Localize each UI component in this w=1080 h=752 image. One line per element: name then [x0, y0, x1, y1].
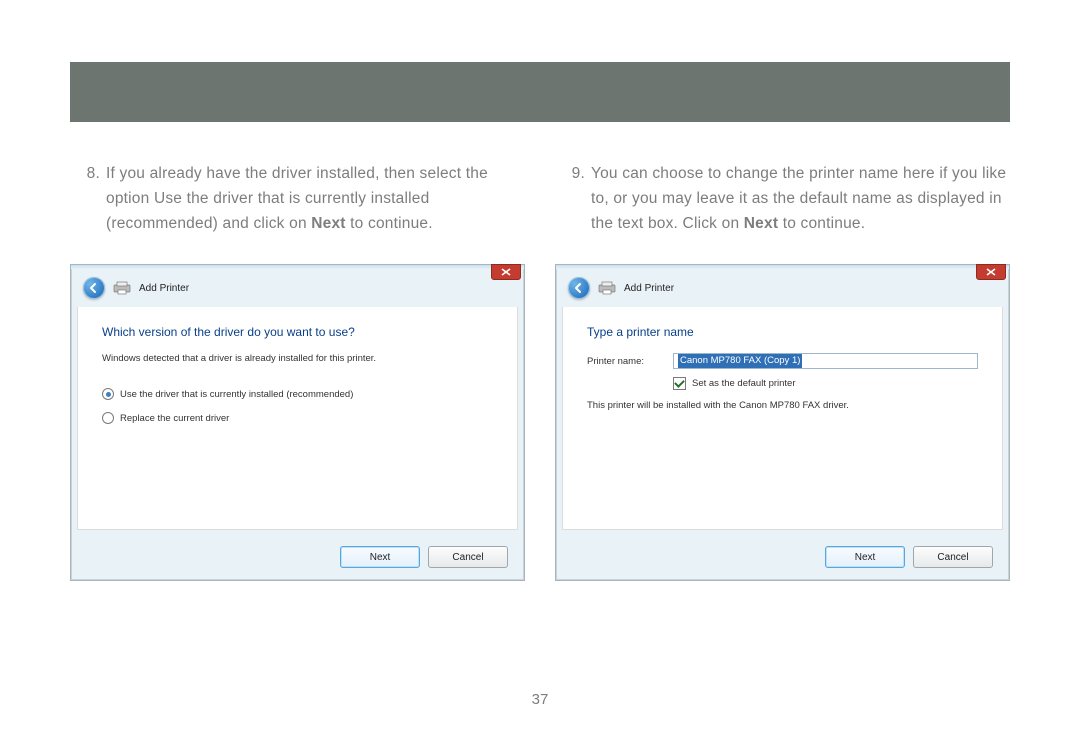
next-button[interactable]: Next [340, 546, 420, 568]
step-text: You can choose to change the printer nam… [591, 162, 1010, 236]
next-button[interactable]: Next [825, 546, 905, 568]
left-column: 8. If you already have the driver instal… [70, 162, 525, 581]
step-text-part2: to continue. [346, 215, 433, 232]
radio-label: Use the driver that is currently install… [120, 389, 353, 400]
printer-icon [598, 281, 616, 295]
radio-icon [102, 412, 114, 424]
install-note: This printer will be installed with the … [587, 400, 978, 411]
dialog-footer: Next Cancel [71, 536, 524, 580]
default-printer-checkbox[interactable]: Set as the default printer [673, 377, 978, 390]
page-number: 37 [0, 691, 1080, 708]
dialog-printer-name: Add Printer Type a printer name Printer … [555, 264, 1010, 581]
close-icon [986, 268, 996, 276]
close-button[interactable] [491, 264, 521, 280]
dialog-titlebar [556, 265, 1009, 269]
radio-icon [102, 388, 114, 400]
dialog-footer: Next Cancel [556, 536, 1009, 580]
back-arrow-icon [573, 282, 585, 294]
step-9: 9. You can choose to change the printer … [555, 162, 1010, 236]
step-text-bold: Next [744, 215, 778, 232]
dialog-description: Windows detected that a driver is alread… [102, 353, 493, 364]
dialog-header: Add Printer [556, 269, 1009, 307]
cancel-button[interactable]: Cancel [913, 546, 993, 568]
dialog-heading: Type a printer name [587, 325, 978, 339]
back-arrow-icon [88, 282, 100, 294]
printer-name-value: Canon MP780 FAX (Copy 1) [678, 354, 802, 368]
dialog-titlebar [71, 265, 524, 269]
cancel-button[interactable]: Cancel [428, 546, 508, 568]
step-text: If you already have the driver installed… [106, 162, 525, 236]
radio-replace[interactable]: Replace the current driver [102, 412, 493, 424]
back-button[interactable] [83, 277, 105, 299]
step-text-part2: to continue. [778, 215, 865, 232]
printer-name-row: Printer name: Canon MP780 FAX (Copy 1) [587, 353, 978, 369]
right-column: 9. You can choose to change the printer … [555, 162, 1010, 581]
dialog-driver-version: Add Printer Which version of the driver … [70, 264, 525, 581]
step-text-bold: Next [311, 215, 345, 232]
header-banner [70, 62, 1010, 122]
dialog-body: Which version of the driver do you want … [77, 307, 518, 530]
dialog-body: Type a printer name Printer name: Canon … [562, 307, 1003, 530]
printer-icon [113, 281, 131, 295]
dialog-heading: Which version of the driver do you want … [102, 325, 493, 339]
close-button[interactable] [976, 264, 1006, 280]
radio-use-current[interactable]: Use the driver that is currently install… [102, 388, 493, 400]
dialog-title: Add Printer [139, 283, 189, 294]
dialog-title: Add Printer [624, 283, 674, 294]
back-button[interactable] [568, 277, 590, 299]
printer-name-input[interactable]: Canon MP780 FAX (Copy 1) [673, 353, 978, 369]
checkbox-icon [673, 377, 686, 390]
dialog-header: Add Printer [71, 269, 524, 307]
step-8: 8. If you already have the driver instal… [70, 162, 525, 236]
content-columns: 8. If you already have the driver instal… [70, 162, 1010, 581]
document-page: 8. If you already have the driver instal… [0, 0, 1080, 752]
printer-name-label: Printer name: [587, 356, 657, 367]
radio-label: Replace the current driver [120, 413, 229, 424]
step-number: 9. [555, 162, 591, 236]
step-number: 8. [70, 162, 106, 236]
checkbox-label: Set as the default printer [692, 378, 796, 389]
close-icon [501, 268, 511, 276]
